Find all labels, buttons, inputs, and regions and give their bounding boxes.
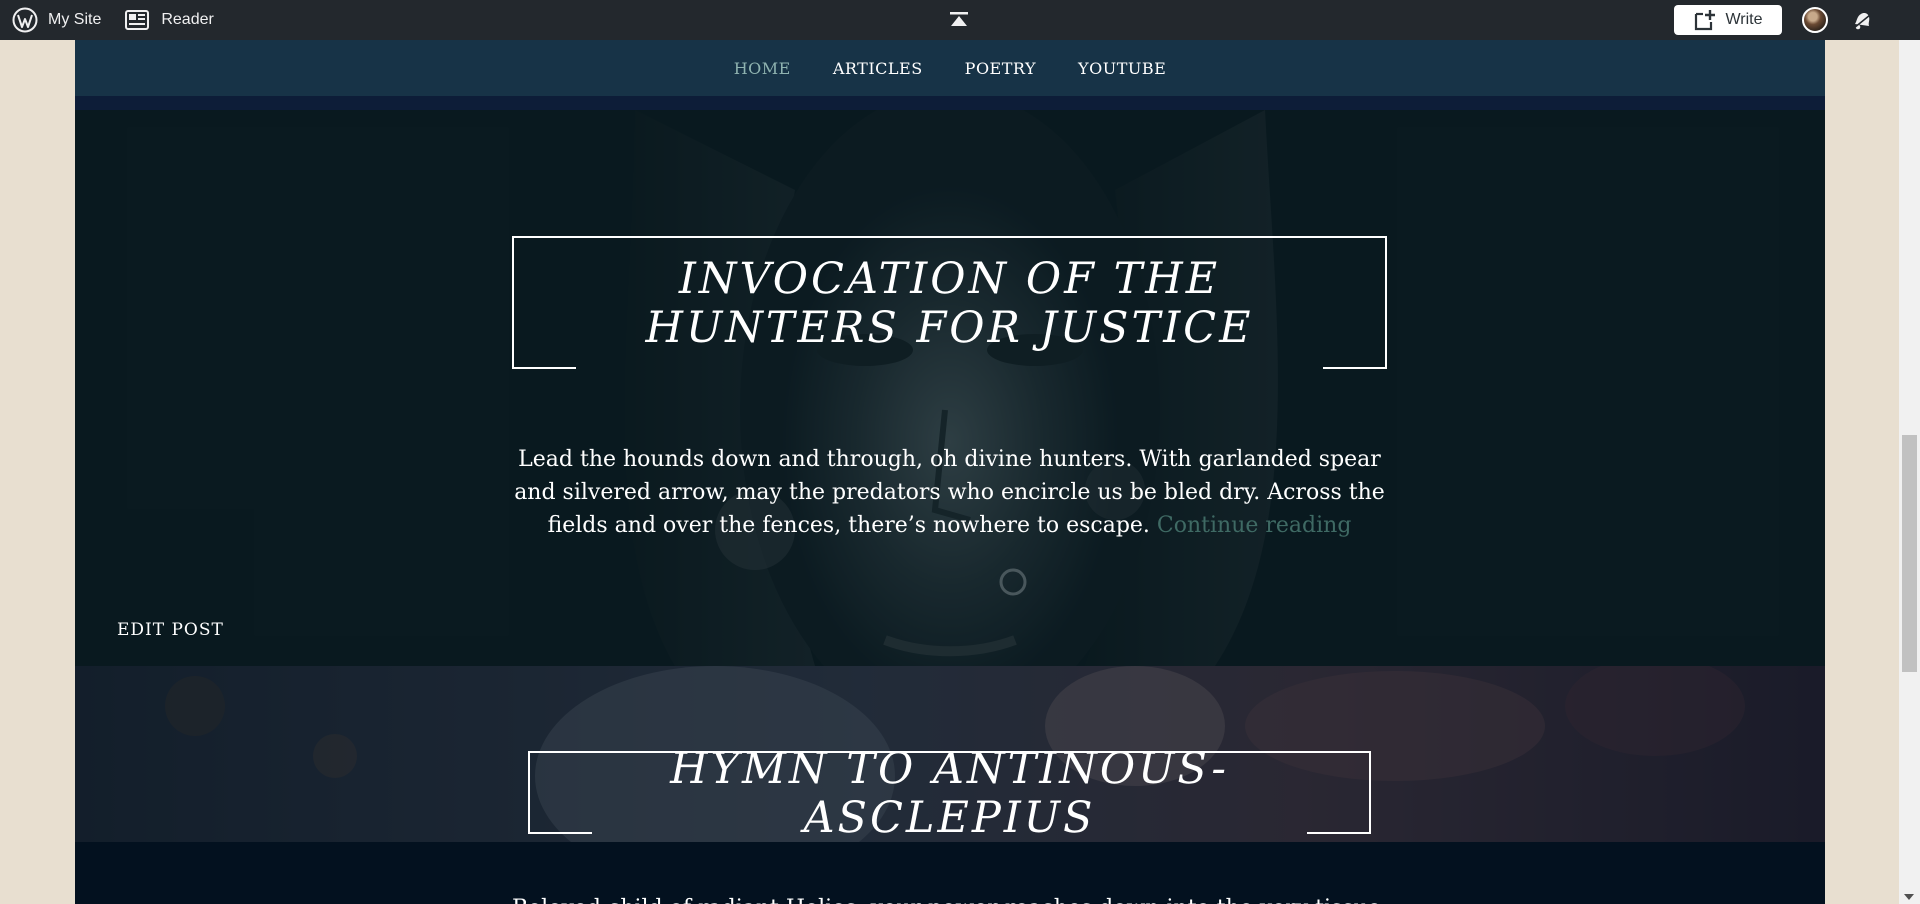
notifications-bell-icon[interactable] xyxy=(1850,9,1874,31)
admin-bar: My Site Reader Write xyxy=(0,0,1920,40)
my-site-label: My Site xyxy=(48,11,102,28)
scroll-down-arrow-icon[interactable] xyxy=(1904,894,1914,900)
image-overlay xyxy=(75,110,1825,666)
post-title[interactable]: HYMN TO ANTINOUS-ASCLEPIUS xyxy=(530,744,1369,842)
nav-divider xyxy=(75,96,1825,110)
reader-button[interactable]: Reader xyxy=(125,0,214,40)
my-site-button[interactable]: My Site xyxy=(12,0,101,40)
main-navigation: HOME ARTICLES POETRY YOUTUBE xyxy=(75,40,1825,96)
reader-icon xyxy=(125,10,150,30)
write-button[interactable]: Write xyxy=(1674,5,1782,35)
post-excerpt: Beloved child of radiant Helios, your po… xyxy=(512,892,1387,904)
post-card: HYMN TO ANTINOUS-ASCLEPIUS xyxy=(75,666,1825,842)
post-excerpt: Lead the hounds down and through, oh div… xyxy=(512,443,1387,542)
nav-item-articles[interactable]: ARTICLES xyxy=(833,59,923,78)
nav-item-poetry[interactable]: POETRY xyxy=(965,59,1036,78)
nav-item-youtube[interactable]: YOUTUBE xyxy=(1078,59,1166,78)
write-label: Write xyxy=(1725,11,1763,28)
post-title-frame: HYMN TO ANTINOUS-ASCLEPIUS xyxy=(528,744,1371,842)
scrollbar-thumb[interactable] xyxy=(1902,435,1917,672)
write-icon xyxy=(1695,10,1716,31)
site-page: HOME ARTICLES POETRY YOUTUBE INVOCATION … xyxy=(75,40,1825,904)
page-scrollbar[interactable] xyxy=(1899,40,1920,904)
avatar[interactable] xyxy=(1802,7,1828,33)
continue-reading-link[interactable]: Continue reading xyxy=(1157,513,1352,538)
post-card: INVOCATION OF THE HUNTERS FOR JUSTICE Le… xyxy=(75,110,1825,666)
wordpress-icon xyxy=(12,7,38,33)
collapse-icon[interactable] xyxy=(948,10,970,30)
reader-label: Reader xyxy=(161,11,214,28)
post-title[interactable]: INVOCATION OF THE HUNTERS FOR JUSTICE xyxy=(550,254,1350,353)
edit-post-link[interactable]: EDIT POST xyxy=(117,620,224,640)
nav-item-home[interactable]: HOME xyxy=(734,59,791,78)
post-title-frame: INVOCATION OF THE HUNTERS FOR JUSTICE xyxy=(512,236,1387,369)
